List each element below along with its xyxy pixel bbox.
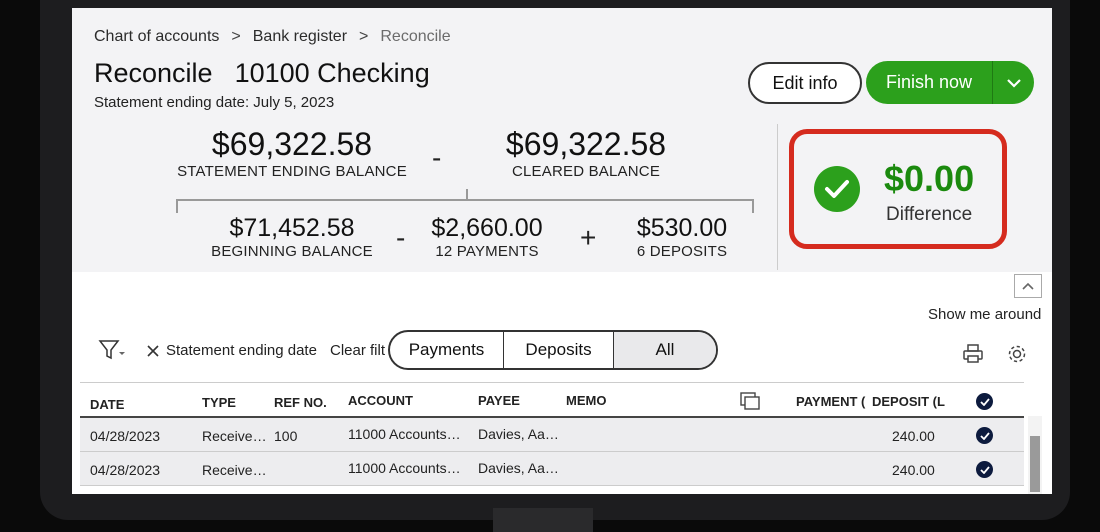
- copy-icon[interactable]: [740, 392, 762, 415]
- scrollbar-thumb[interactable]: [1030, 436, 1040, 492]
- page-title-text: Reconcile: [94, 58, 213, 88]
- cell-ref: 100: [274, 428, 298, 444]
- cell-payee: Davies, Aa…: [478, 426, 559, 442]
- filter-chip-statement-date[interactable]: Statement ending date: [146, 342, 317, 359]
- table-row[interactable]: 04/28/2023 Receive… 100 11000 Accounts… …: [80, 418, 1024, 452]
- col-payment[interactable]: PAYMENT (: [796, 394, 865, 409]
- statement-ending-balance: $69,322.58 STATEMENT ENDING BALANCE: [172, 126, 412, 180]
- cleared-balance: $69,322.58 CLEARED BALANCE: [486, 126, 686, 180]
- table-header-row: DATE TYPE REF NO. ACCOUNT PAYEE MEMO PAY…: [80, 382, 1024, 418]
- cell-account: 11000 Accounts…: [348, 460, 461, 476]
- breadcrumb-separator: >: [231, 28, 241, 45]
- filter-icon[interactable]: [98, 338, 128, 367]
- cell-deposit: 240.00: [892, 428, 935, 444]
- check-circle-icon: [814, 166, 860, 212]
- payments-amount: $2,660.00: [431, 214, 543, 242]
- cleared-balance-amount: $69,322.58: [505, 126, 667, 162]
- payments-total: $2,660.00 12 PAYMENTS: [426, 214, 548, 260]
- plus-operator: +: [580, 222, 597, 253]
- app-screen: Chart of accounts > Bank register > Reco…: [72, 8, 1052, 494]
- segment-payments[interactable]: Payments: [390, 332, 504, 368]
- chevron-down-icon: [1006, 78, 1021, 88]
- col-ref[interactable]: REF NO.: [274, 395, 327, 410]
- cleared-balance-label: CLEARED BALANCE: [511, 163, 661, 180]
- table-scrollbar[interactable]: [1028, 416, 1042, 494]
- transactions-table: DATE TYPE REF NO. ACCOUNT PAYEE MEMO PAY…: [80, 382, 1024, 486]
- statement-ending-balance-amount: $69,322.58: [211, 126, 373, 162]
- edit-info-button[interactable]: Edit info: [748, 62, 862, 104]
- col-deposit[interactable]: DEPOSIT (L: [872, 394, 945, 409]
- cell-type: Receive…: [202, 428, 267, 444]
- chevron-up-icon: [1022, 282, 1034, 290]
- breadcrumb-chart-of-accounts[interactable]: Chart of accounts: [94, 28, 219, 46]
- clear-filters-link[interactable]: Clear filt: [330, 342, 390, 359]
- bracket-tick: [466, 189, 468, 200]
- bracket-divider: [176, 199, 754, 213]
- filter-chip-label: Statement ending date: [166, 342, 317, 359]
- reconcile-header-panel: Chart of accounts > Bank register > Reco…: [72, 8, 1052, 272]
- difference-amount: $0.00: [884, 158, 975, 199]
- deposits-total: $530.00 6 DEPOSITS: [622, 214, 742, 260]
- cell-date: 04/28/2023: [90, 428, 161, 444]
- breadcrumb-bank-register[interactable]: Bank register: [253, 28, 347, 46]
- col-account[interactable]: ACCOUNT: [348, 393, 413, 408]
- col-memo[interactable]: MEMO: [566, 393, 606, 408]
- segment-all[interactable]: All: [614, 332, 716, 368]
- col-date[interactable]: DATE: [90, 397, 124, 412]
- breadcrumb: Chart of accounts > Bank register > Reco…: [94, 28, 451, 46]
- difference-label: Difference: [886, 204, 973, 225]
- cleared-check-icon[interactable]: [976, 427, 993, 444]
- close-icon[interactable]: [146, 344, 160, 358]
- finish-button-group: Finish now: [866, 61, 1034, 104]
- table-row[interactable]: 04/28/2023 Receive… 11000 Accounts… Davi…: [80, 452, 1024, 486]
- cell-account: 11000 Accounts…: [348, 426, 461, 442]
- beginning-balance-label: BEGINNING BALANCE: [211, 243, 373, 260]
- show-me-around-link[interactable]: Show me around: [928, 306, 1041, 323]
- finish-options-dropdown[interactable]: [993, 78, 1034, 88]
- statement-date: Statement ending date: July 5, 2023: [94, 94, 335, 111]
- cell-type: Receive…: [202, 462, 267, 478]
- breadcrumb-reconcile: Reconcile: [380, 28, 451, 45]
- transaction-type-toggle: Payments Deposits All: [388, 330, 718, 370]
- segment-deposits[interactable]: Deposits: [504, 332, 614, 368]
- monitor-stand: [493, 508, 593, 532]
- gear-icon[interactable]: [1006, 343, 1028, 370]
- vertical-divider: [777, 124, 778, 270]
- deposits-amount: $530.00: [636, 214, 728, 242]
- finish-now-button[interactable]: Finish now: [866, 72, 992, 93]
- page-title: Reconcile 10100 Checking: [94, 58, 430, 89]
- col-type[interactable]: TYPE: [202, 395, 236, 410]
- payments-label: 12 PAYMENTS: [435, 243, 539, 260]
- print-icon[interactable]: [962, 344, 984, 369]
- beginning-balance-amount: $71,452.58: [229, 214, 355, 242]
- deposits-label: 6 DEPOSITS: [636, 243, 728, 260]
- difference-panel: $0.00 Difference: [789, 129, 1007, 249]
- cell-date: 04/28/2023: [90, 462, 161, 478]
- account-name: 10100 Checking: [234, 58, 430, 88]
- select-all-check-icon[interactable]: [976, 393, 993, 410]
- cleared-check-icon[interactable]: [976, 461, 993, 478]
- minus-operator-2: -: [396, 222, 406, 253]
- beginning-balance: $71,452.58 BEGINNING BALANCE: [202, 214, 382, 260]
- collapse-header-button[interactable]: [1014, 274, 1042, 298]
- cell-payee: Davies, Aa…: [478, 460, 559, 476]
- col-payee[interactable]: PAYEE: [478, 393, 520, 408]
- minus-operator: -: [432, 142, 442, 173]
- cell-deposit: 240.00: [892, 462, 935, 478]
- statement-ending-balance-label: STATEMENT ENDING BALANCE: [177, 163, 407, 180]
- breadcrumb-separator: >: [359, 28, 369, 45]
